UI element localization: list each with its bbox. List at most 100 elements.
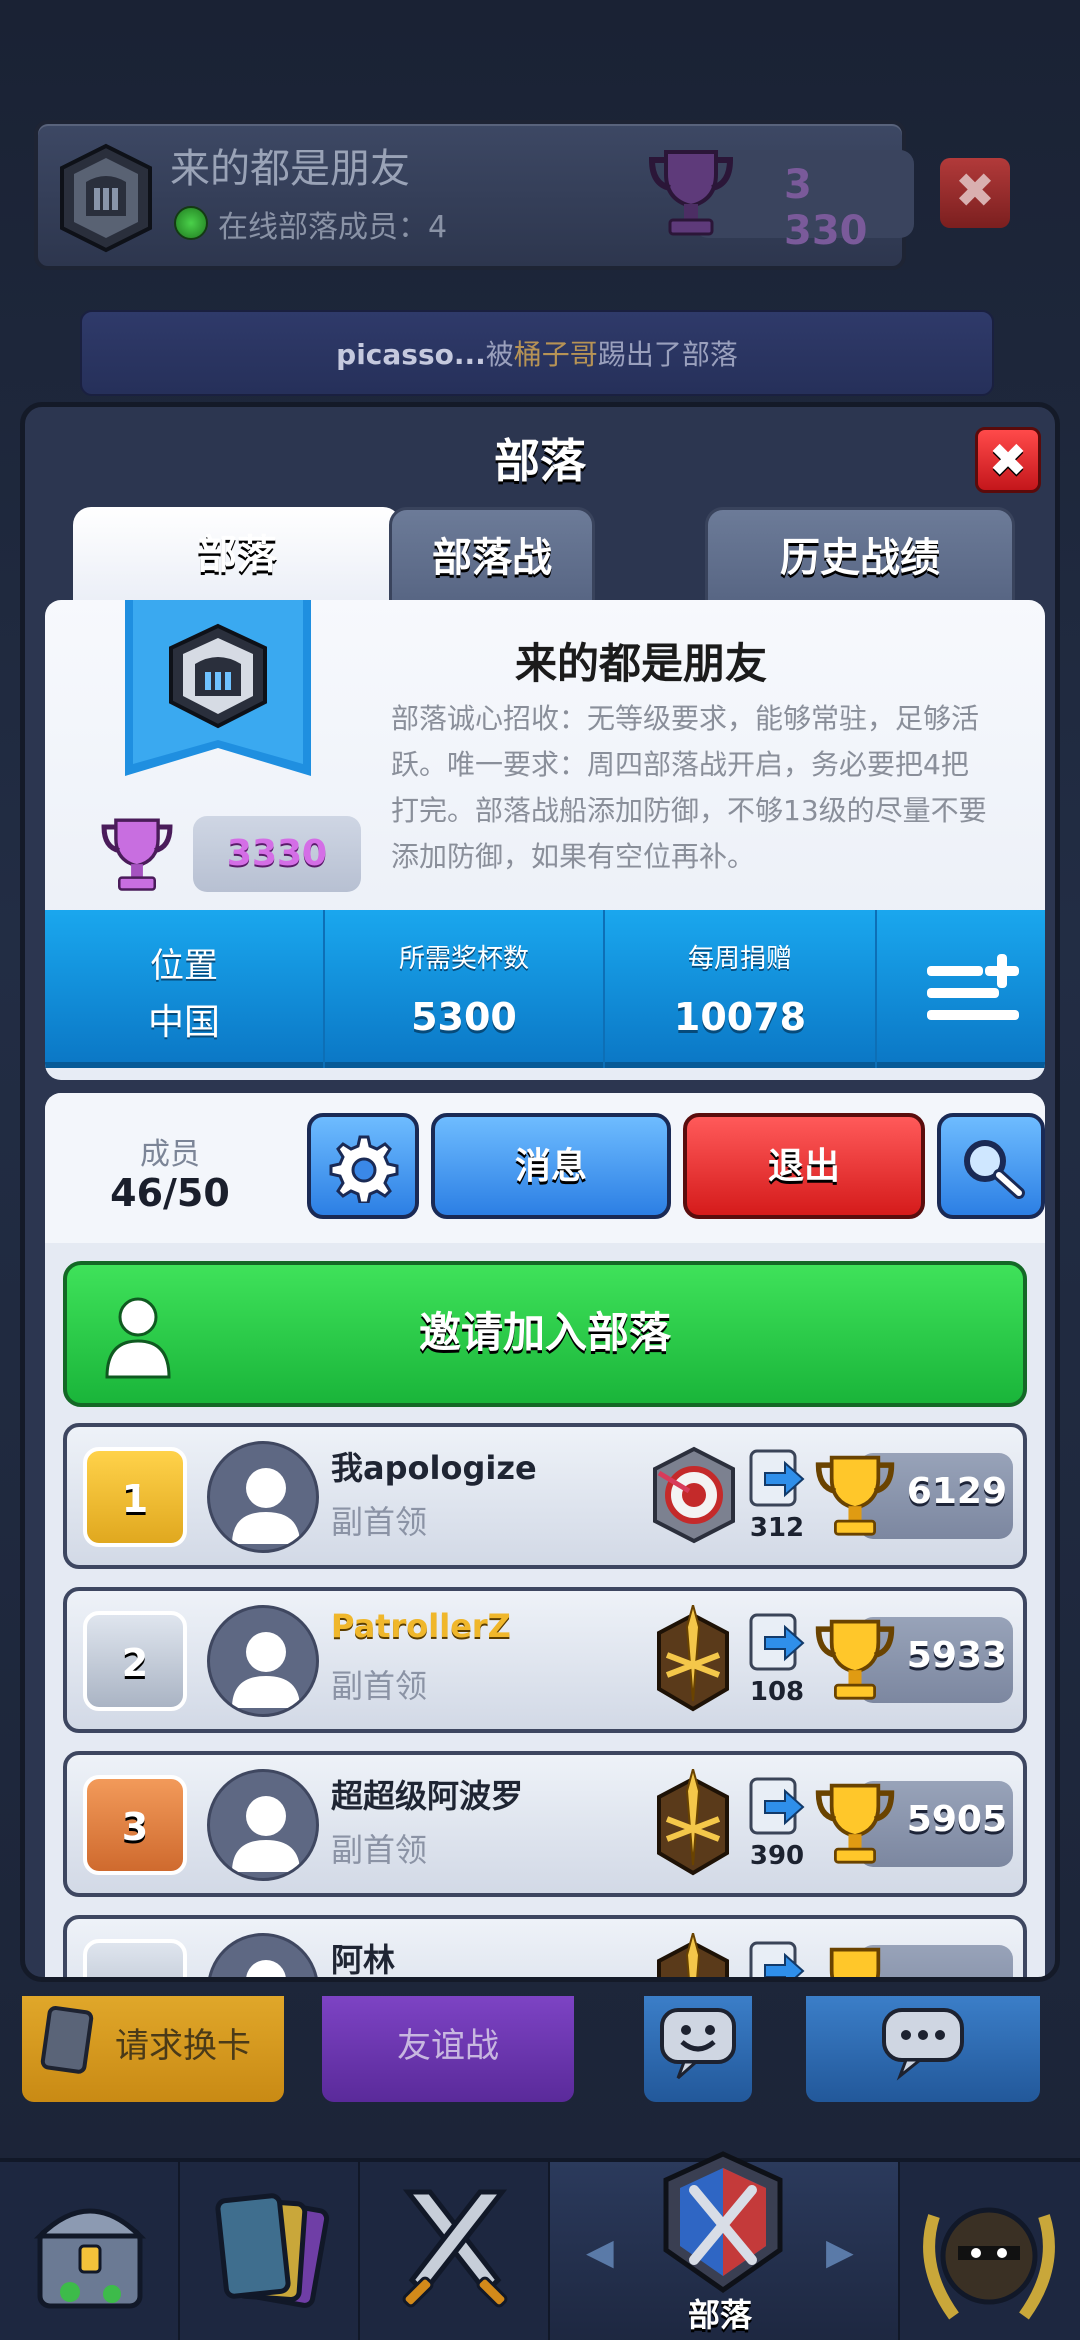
purple-trophy-icon [648,150,734,236]
clan-shield-icon [60,143,152,253]
treasure-chest-icon [33,2208,147,2309]
avatar-person-icon [246,1960,286,1977]
member-donations: 108 [749,1677,805,1707]
clan-header[interactable]: 来的都是朋友 在线部落成员：4 3 330 [34,120,914,270]
stat-location-label: 位置 [150,946,218,986]
player-portrait-laurel-icon [923,2207,1055,2320]
nav-shop[interactable] [0,2162,180,2340]
message-button[interactable]: 消息 [431,1113,671,1219]
members-count: 46/50 [110,1171,230,1215]
gear-icon [329,1135,399,1203]
member-name: 阿林 [331,1941,396,1979]
stat-weekly-donations-value: 10078 [673,995,807,1039]
request-cards-button[interactable]: 请求换卡 [22,1996,284,2102]
member-row[interactable]: 3 超超级阿波罗 副首领 390 5905 [63,1751,1027,1897]
avatar-person-icon [232,1796,300,1872]
avatar-person-icon [232,1468,300,1544]
nav-battle[interactable] [360,2162,550,2340]
cards-deck-icon [215,2193,330,2308]
stat-weekly-donations-label: 每周捐赠 [687,944,792,974]
avatar-person-icon [232,1632,300,1708]
member-donations: 312 [749,1513,805,1543]
donate-card-icon [749,1449,805,1507]
person-icon [105,1297,171,1379]
bottom-navigation: ◀ ▶ 部落 [0,2151,1080,2340]
clan-name: 来的都是朋友 [514,639,767,688]
member-role: 副首领 [331,1667,428,1705]
clan-stats-bar: 位置 中国 所需奖杯数 5300 每周捐赠 10078 [45,910,1045,1068]
donate-card-icon [749,1941,805,1977]
nav-cards[interactable] [180,2162,360,2340]
nav-right-arrow-icon[interactable]: ▶ [826,2232,854,2273]
stat-required-trophies-label: 所需奖杯数 [398,944,529,974]
tab-clan-label: 部落 [197,532,277,578]
notice-tail: 踢出了部落 [597,338,738,371]
nav-left-arrow-icon[interactable]: ◀ [586,2232,614,2273]
modal-close-button[interactable]: ✖ [975,427,1041,493]
member-trophies: 6129 [906,1471,1007,1512]
header-clan-name: 来的都是朋友 [170,146,410,192]
member-role: 副首领 [331,1503,428,1541]
sword-arena-badge-icon [657,1933,729,1977]
crossed-swords-icon [402,2189,508,2308]
stat-required-trophies: 所需奖杯数 5300 [325,910,605,1068]
member-trophies: 5905 [906,1799,1007,1840]
emote-button[interactable] [644,1996,752,2102]
nav-events[interactable] [900,2162,1080,2340]
tab-clan-war[interactable]: 部落战 [389,507,595,611]
members-card: 成员 46/50 消息 退出 邀请加入部落 1 我apologize 副首领 3… [45,1093,1045,1979]
stat-location-value: 中国 [147,1002,220,1043]
stat-location: 位置 中国 [45,910,325,1068]
friendly-battle-button[interactable]: 友谊战 [322,1996,574,2102]
tab-war-history[interactable]: 历史战绩 [705,507,1015,611]
tab-clan-war-label: 部落战 [432,535,552,581]
request-cards-label: 请求换卡 [115,2026,251,2066]
invite-label: 邀请加入部落 [418,1308,671,1357]
member-row[interactable]: 4 阿林 [63,1915,1027,1979]
stat-required-trophies-value: 5300 [411,995,517,1039]
clan-modal: 部落 ✖ 部落 部落战 历史战绩 3330 来的都是朋友 部落诚心招收：无等级要… [20,402,1060,1982]
member-role: 副首领 [331,1831,428,1869]
member-row[interactable]: 1 我apologize 副首领 312 6129 [63,1423,1027,1569]
member-trophies: 5933 [906,1635,1007,1676]
clan-info-card: 3330 来的都是朋友 部落诚心招收：无等级要求，能够常驻，足够活跃。唯一要求：… [45,600,1045,1080]
chat-button[interactable] [806,1996,1040,2102]
tab-clan[interactable]: 部落 [73,507,401,611]
member-rank: 3 [83,1775,187,1875]
online-status-icon [174,206,208,240]
member-avatar [207,1769,319,1881]
search-member-button[interactable] [937,1113,1045,1219]
leave-clan-button[interactable]: 退出 [683,1113,925,1219]
online-members-count: 在线部落成员：4 [218,210,448,245]
member-avatar [207,1933,319,1977]
chat-bubble-icon [882,2008,964,2081]
header-close-button[interactable]: ✖ [940,158,1010,228]
member-name: 我apologize [331,1449,537,1487]
donate-card-icon [749,1613,805,1671]
clan-settings-menu-icon[interactable] [925,952,1021,1026]
search-icon [964,1140,1025,1199]
member-row[interactable]: 2 PatrollerZ 副首领 108 5933 [63,1587,1027,1733]
member-donations: 390 [749,1841,805,1871]
notice-kicker: 桶子哥 [513,338,598,371]
gold-trophy-icon [829,1947,881,1977]
member-name: PatrollerZ [331,1607,511,1645]
card-trophy-icon [101,818,173,891]
notice-player: picasso... [336,338,486,371]
card-icon [40,2006,94,2074]
invite-to-clan-button[interactable]: 邀请加入部落 [63,1261,1027,1407]
modal-title: 部落 [494,434,586,488]
sword-arena-badge-icon [657,1769,729,1876]
clan-description: 部落诚心招收：无等级要求，能够常驻，足够活跃。唯一要求：周四部落战开启，务必要把… [391,702,987,873]
donate-card-icon [749,1777,805,1835]
nav-clan-label: 部落 [687,2296,752,2334]
members-toolbar: 成员 46/50 消息 退出 [45,1093,1045,1243]
member-rank: 1 [83,1447,187,1547]
member-avatar [207,1605,319,1717]
notice-mid: 被 [485,338,514,371]
stat-weekly-donations: 每周捐赠 10078 [605,910,877,1068]
clan-settings-button[interactable] [307,1113,419,1219]
member-avatar [207,1441,319,1553]
member-rank: 4 [83,1939,187,1977]
header-trophy-count: 3 330 [784,162,868,254]
